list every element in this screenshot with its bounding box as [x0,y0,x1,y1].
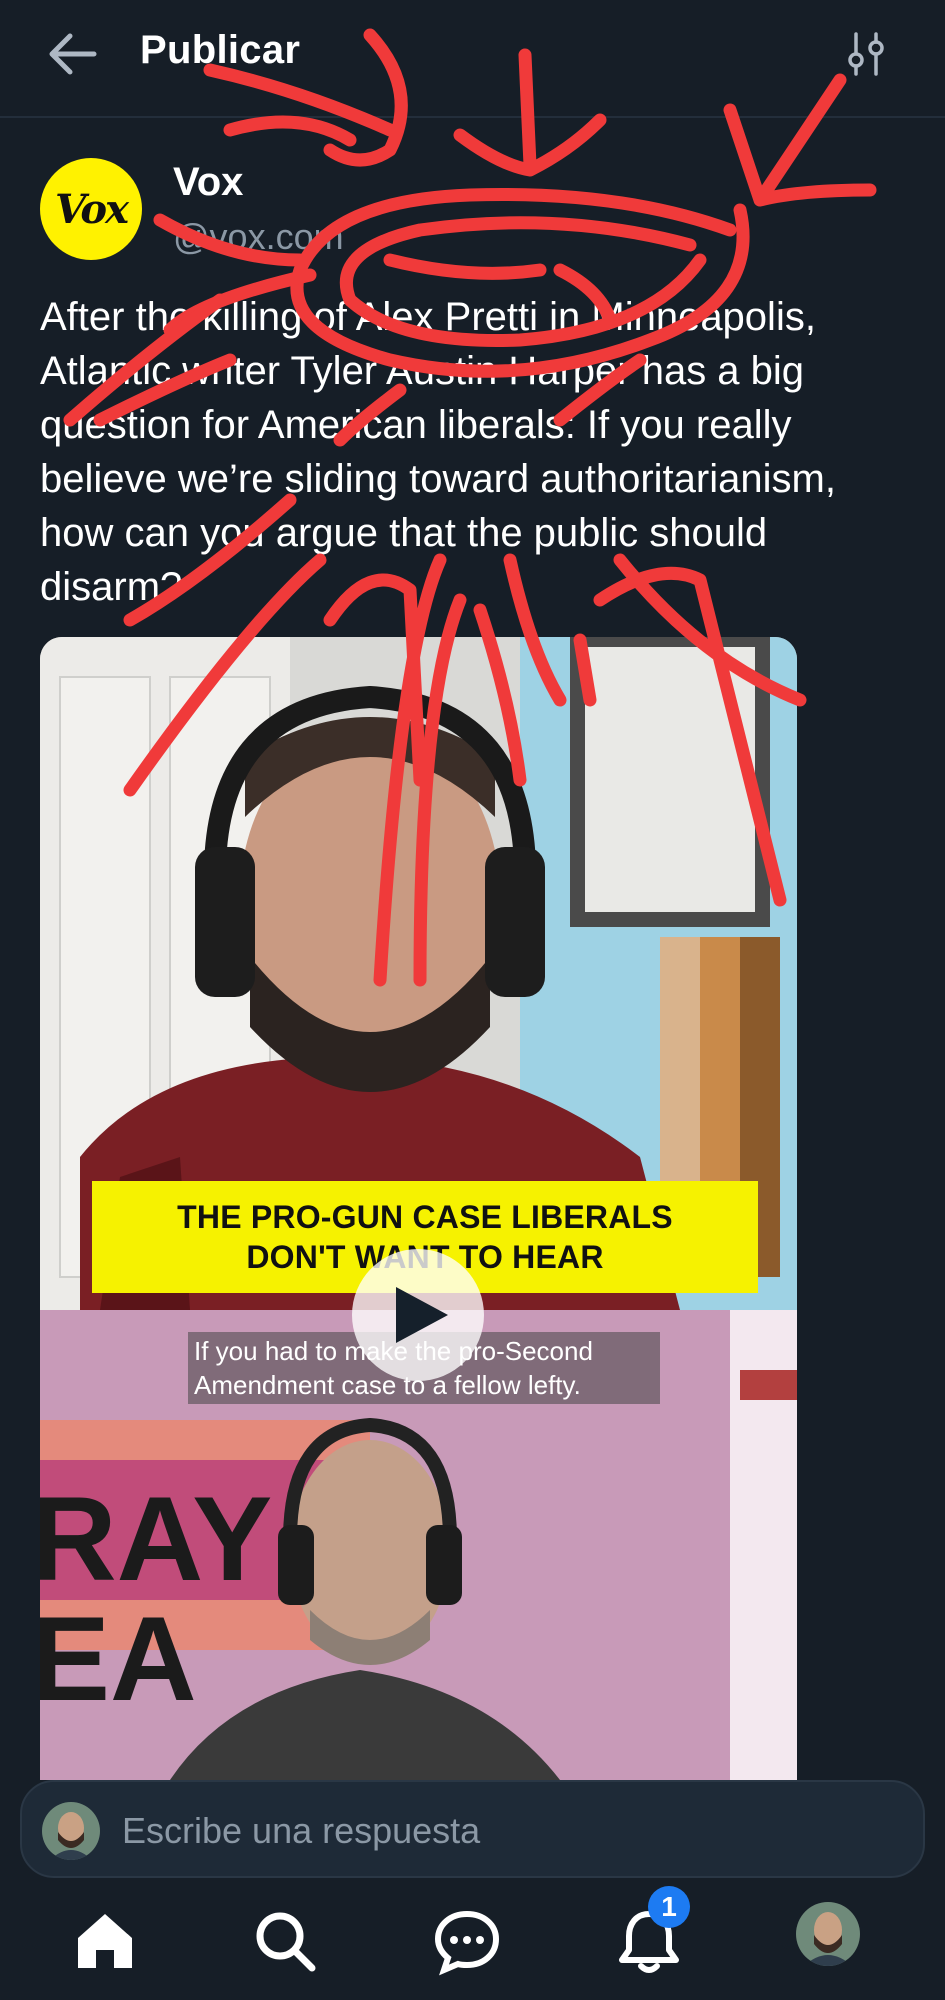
author-name[interactable]: Vox [173,160,243,205]
video-thumbnail[interactable]: RAY EA THE PRO-GUN CASE LIBERALS DON'T W… [40,637,797,1780]
video-headline-line1: THE PRO-GUN CASE LIBERALS [177,1199,673,1235]
author-avatar[interactable]: Vox [40,158,142,260]
sliders-icon[interactable] [842,30,890,78]
svg-text:RAY: RAY [40,1472,272,1606]
play-icon [396,1287,448,1343]
chat-icon[interactable] [432,1906,502,1976]
page-title: Publicar [140,28,301,72]
bottom-navigation: 1 [0,1884,945,2000]
profile-avatar[interactable] [796,1902,860,1966]
notification-badge: 1 [648,1886,690,1928]
post-text: After the killing of Alex Pretti in Minn… [40,295,836,609]
reply-composer[interactable]: Escribe una respuesta [20,1780,925,1878]
user-avatar [42,1802,100,1860]
svg-text:EA: EA [40,1592,197,1726]
top-bar: Publicar [0,0,945,118]
home-icon[interactable] [70,1906,140,1976]
play-button[interactable] [352,1249,484,1381]
reply-input-placeholder[interactable]: Escribe una respuesta [122,1810,480,1852]
search-icon[interactable] [250,1906,320,1976]
author-handle[interactable]: @vox.com [173,216,344,258]
arrow-left-icon[interactable] [44,30,100,78]
vox-logo: Vox [55,185,129,233]
